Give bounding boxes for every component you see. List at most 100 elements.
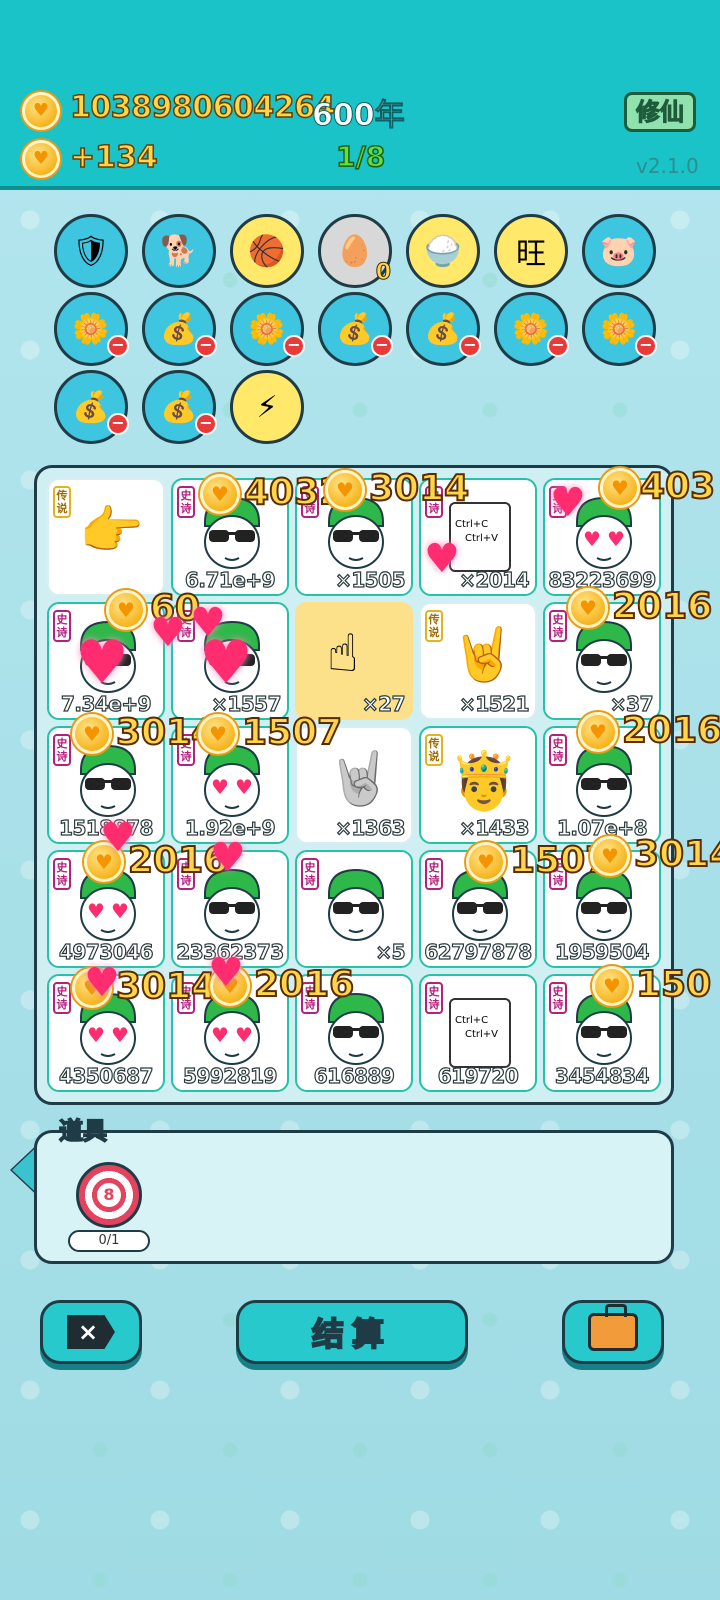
xiuxian-button[interactable]: 修仙 bbox=[624, 92, 696, 132]
board-cell[interactable]: 史诗 ♥ 7.34e+9 bbox=[47, 602, 165, 720]
remove-icon[interactable]: − bbox=[283, 335, 305, 357]
character-face-icon bbox=[204, 868, 260, 941]
epic-tag: 史诗 bbox=[549, 982, 567, 1014]
board-cell[interactable]: 史诗 Ctrl+C Ctrl+V ×2014 bbox=[419, 478, 537, 596]
remove-icon[interactable]: − bbox=[107, 413, 129, 435]
epic-tag: 史诗 bbox=[53, 858, 71, 890]
board-cell[interactable]: 史诗 ♥ ♥ 4350687 bbox=[47, 974, 165, 1092]
wang-text-icon-glyph: 旺 bbox=[516, 237, 546, 272]
character-face-icon: ♥ ♥ bbox=[80, 992, 136, 1065]
cell-value: ×1363 bbox=[334, 815, 406, 840]
board-cell[interactable]: 史诗 616889 bbox=[295, 974, 413, 1092]
remove-icon[interactable]: − bbox=[459, 335, 481, 357]
board-cell[interactable]: 史诗 62797878 bbox=[419, 850, 537, 968]
cell-value: 1518878 bbox=[58, 815, 154, 840]
board-cell[interactable]: 史诗 ♥ ♥ 1.92e+9 bbox=[171, 726, 289, 844]
heart-icon: ♥ bbox=[199, 628, 253, 698]
svg-text:♥: ♥ bbox=[583, 527, 601, 551]
piggy-bank-icon-glyph: 🐷 bbox=[600, 233, 638, 269]
shield-wrench-icon[interactable]: 🛡 bbox=[54, 214, 128, 288]
cell-value: 3454834 bbox=[554, 1063, 650, 1088]
epic-tag: 史诗 bbox=[425, 486, 443, 518]
board-cell[interactable]: 史诗 ×1505 bbox=[295, 478, 413, 596]
rice-bowl-icon[interactable]: 🍚 bbox=[406, 214, 480, 288]
pointing-hand-icon: 👉 bbox=[79, 501, 144, 561]
piggy-bank-icon[interactable]: 🐷 bbox=[582, 214, 656, 288]
epic-tag: 史诗 bbox=[177, 734, 195, 766]
remove-icon[interactable]: − bbox=[107, 335, 129, 357]
board-cell[interactable]: 史诗 3454834 bbox=[543, 974, 661, 1092]
svg-text:♥: ♥ bbox=[111, 899, 129, 923]
gray-hand-icon: 🤘 bbox=[327, 749, 392, 809]
board-cell[interactable]: 史诗 ♥ ♥ 4973046 bbox=[47, 850, 165, 968]
lightning-icon[interactable]: ⚡ bbox=[230, 370, 304, 444]
board-cell[interactable]: 🤘 ×1363 bbox=[295, 726, 413, 844]
board-cell[interactable]: 史诗 23362373 bbox=[171, 850, 289, 968]
money-bag-icon[interactable]: 💰 − bbox=[406, 292, 481, 366]
ctrl-c-text: Ctrl+C bbox=[455, 519, 489, 530]
flower-pot-icon[interactable]: 🌼 − bbox=[494, 292, 569, 366]
cell-value: 5992819 bbox=[182, 1063, 278, 1088]
epic-tag: 史诗 bbox=[549, 734, 567, 766]
svg-text:♥: ♥ bbox=[235, 1023, 253, 1047]
target-count: 0/1 bbox=[68, 1230, 150, 1252]
board-cell[interactable]: 传说 🤘 ×1521 bbox=[419, 602, 537, 720]
epic-tag: 史诗 bbox=[549, 610, 567, 642]
remove-icon[interactable]: − bbox=[635, 335, 657, 357]
lightning-icon-glyph: ⚡ bbox=[256, 389, 278, 425]
egg-tray-icon[interactable]: 🥚 0 bbox=[318, 214, 392, 288]
epic-tag: 史诗 bbox=[177, 858, 195, 890]
settle-button[interactable]: 结算 bbox=[236, 1300, 468, 1364]
target-value: 8 bbox=[97, 1183, 121, 1207]
cell-value: ×2014 bbox=[458, 567, 530, 592]
character-face-icon bbox=[204, 496, 260, 569]
props-title: 道具 bbox=[58, 1116, 108, 1146]
epic-tag: 史诗 bbox=[301, 858, 319, 890]
cell-value: ×1505 bbox=[334, 567, 406, 592]
epic-tag: 史诗 bbox=[177, 610, 195, 642]
cell-value: 616889 bbox=[313, 1063, 395, 1088]
board-cell[interactable]: 史诗 6.71e+9 bbox=[171, 478, 289, 596]
remove-icon[interactable]: − bbox=[195, 335, 217, 357]
cell-value: 1.92e+9 bbox=[184, 815, 276, 840]
board-cell[interactable]: 传说 👉 bbox=[47, 478, 165, 596]
money-bag-icon[interactable]: 💰 − bbox=[142, 370, 217, 444]
flower-pot-icon[interactable]: 🌼 − bbox=[230, 292, 305, 366]
character-face-icon bbox=[576, 620, 632, 693]
shield-wrench-icon-glyph: 🛡 bbox=[71, 233, 111, 269]
svg-text:♥: ♥ bbox=[87, 899, 105, 923]
board-cell[interactable]: 史诗 Ctrl+C Ctrl+V 619720 bbox=[419, 974, 537, 1092]
board-cell[interactable]: 史诗 ♥ ♥ 83223699 bbox=[543, 478, 661, 596]
wang-text-icon[interactable]: 旺 bbox=[494, 214, 568, 288]
character-face-icon: ♥ ♥ bbox=[80, 868, 136, 941]
board-cell[interactable]: 史诗 1959504 bbox=[543, 850, 661, 968]
board-cell[interactable]: 史诗 ♥ ×1557 bbox=[171, 602, 289, 720]
board-cell[interactable]: 传说 🤴 ×1433 bbox=[419, 726, 537, 844]
board-cell[interactable]: 史诗 1.07e+8 bbox=[543, 726, 661, 844]
money-bag-icon[interactable]: 💰 − bbox=[318, 292, 393, 366]
flower-pot-icon[interactable]: 🌼 − bbox=[582, 292, 657, 366]
flower-pot-icon[interactable]: 🌼 − bbox=[54, 292, 129, 366]
character-face-icon bbox=[80, 744, 136, 817]
bag-button[interactable] bbox=[562, 1300, 664, 1364]
board-cell[interactable]: 史诗 ×5 bbox=[295, 850, 413, 968]
basketballs-icon[interactable]: 🏀 bbox=[230, 214, 304, 288]
dog-icon[interactable]: 🐕 bbox=[142, 214, 216, 288]
board-cell[interactable]: 史诗 ♥ ♥ 5992819 bbox=[171, 974, 289, 1092]
board-cell[interactable]: 史诗 1518878 bbox=[47, 726, 165, 844]
remove-icon[interactable]: − bbox=[195, 413, 217, 435]
board-cell[interactable]: 史诗 ×37 bbox=[543, 602, 661, 720]
board-cell[interactable]: ☝ ×27 bbox=[295, 602, 413, 720]
character-face-icon bbox=[328, 496, 384, 569]
close-button[interactable]: × bbox=[40, 1300, 142, 1364]
svg-text:♥: ♥ bbox=[87, 1023, 105, 1047]
remove-icon[interactable]: − bbox=[371, 335, 393, 357]
coin-icon: ♥ bbox=[22, 92, 60, 130]
character-face-icon: ♥ ♥ bbox=[204, 992, 260, 1065]
remove-icon[interactable]: − bbox=[547, 335, 569, 357]
ctrl-v-text: Ctrl+V bbox=[465, 1029, 499, 1040]
briefcase-icon bbox=[588, 1304, 638, 1351]
money-bag-icon[interactable]: 💰 − bbox=[142, 292, 217, 366]
money-bag-icon[interactable]: 💰 − bbox=[54, 370, 129, 444]
target-icon[interactable]: 8 bbox=[76, 1162, 142, 1228]
